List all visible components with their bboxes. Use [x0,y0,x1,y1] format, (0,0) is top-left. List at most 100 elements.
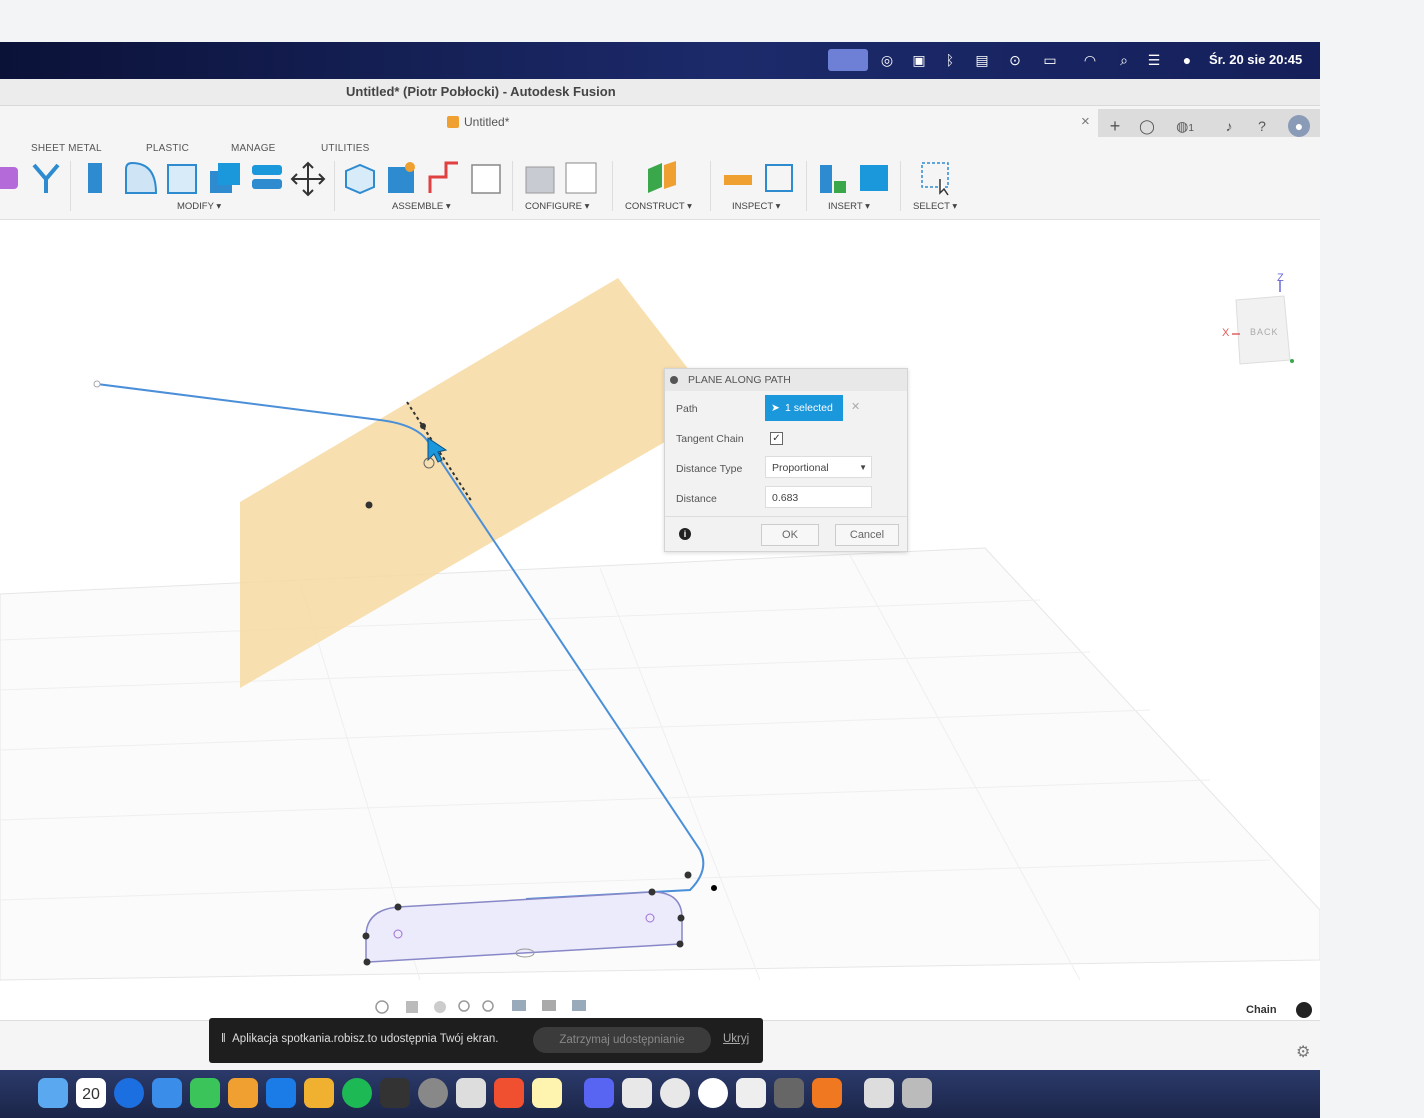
pages-icon[interactable] [304,1078,334,1108]
close-tab-button[interactable]: × [1081,113,1090,130]
siri-icon[interactable]: ● [1177,51,1197,69]
search-icon[interactable]: ⌕ [1114,51,1134,69]
help-icon[interactable]: ? [1251,115,1273,137]
grid-settings-icon[interactable] [542,1000,556,1011]
mail-icon[interactable] [152,1078,182,1108]
separator [70,161,71,211]
messages-icon[interactable] [190,1078,220,1108]
control-center-icon[interactable]: ☰ [1144,51,1164,69]
photos-icon[interactable] [228,1078,258,1108]
pan-icon[interactable] [434,1001,446,1013]
measure-icon[interactable] [724,175,752,185]
configure-icon[interactable] [525,166,555,194]
discord-icon[interactable] [584,1078,614,1108]
group-configure[interactable]: CONFIGURE ▾ [525,201,589,212]
group-inspect[interactable]: INSPECT ▾ [732,201,780,212]
tab-utilities[interactable]: UTILITIES [321,143,369,154]
canvas-viewport[interactable]: Z X BACK [0,220,1320,1020]
drive-icon[interactable]: ▣ [909,51,929,69]
dialog-header[interactable]: PLANE ALONG PATH [665,369,907,391]
look-at-icon[interactable] [406,1001,418,1013]
fusion-icon[interactable] [812,1078,842,1108]
press-pull-icon[interactable] [88,163,102,193]
user-avatar[interactable]: ● [1288,115,1310,137]
path-select-button[interactable]: ➤ 1 selected [765,395,843,421]
fillet-icon[interactable] [125,161,158,194]
extensions-icon[interactable]: ◯ [1136,115,1158,137]
group-modify[interactable]: MODIFY ▾ [177,201,221,212]
play-icon[interactable]: ⊙ [1005,51,1025,69]
document-tab[interactable]: Untitled* [447,115,509,129]
chain-icon[interactable] [1296,1002,1312,1018]
as-built-joint-icon[interactable] [428,161,458,193]
info-icon[interactable]: i [679,528,691,540]
clear-selection-icon[interactable]: ✕ [851,400,860,413]
script-editor-icon[interactable] [736,1078,766,1108]
menubar-clock[interactable]: Śr. 20 sie 20:45 [1209,52,1302,67]
macos-menubar: ◎ ▣ ᛒ ▤ ⊙ ▭ ◠ ⌕ ☰ ● Śr. 20 sie 20:45 [0,42,1320,79]
safari-icon[interactable] [114,1078,144,1108]
screen-share-icon[interactable] [828,49,868,71]
fit-icon[interactable] [482,1000,494,1012]
wifi-icon[interactable]: ◠ [1080,51,1100,69]
tab-plastic[interactable]: PLASTIC [146,143,189,154]
ok-button[interactable]: OK [761,524,819,546]
books-icon[interactable] [494,1078,524,1108]
group-assemble[interactable]: ASSEMBLE ▾ [392,201,451,212]
chatgpt-icon[interactable] [698,1078,728,1108]
finder-icon[interactable] [38,1078,68,1108]
zoom-icon[interactable] [458,1000,470,1012]
spotify-icon[interactable] [342,1078,372,1108]
group-select[interactable]: SELECT ▾ [913,201,957,212]
job-status-icon[interactable]: ◍1 [1170,115,1200,137]
configuration-table-icon[interactable] [565,162,597,194]
tab-sheet-metal[interactable]: SHEET METAL [31,143,102,154]
scene [0,278,1320,981]
cancel-button[interactable]: Cancel [835,524,899,546]
create-form-icon[interactable] [0,167,18,189]
distance-input[interactable]: 0.683 [765,486,872,508]
keyboard-icon[interactable]: ▤ [972,51,992,69]
hide-banner-link[interactable]: Ukryj [723,1033,749,1045]
notes-icon[interactable] [532,1078,562,1108]
new-component-icon[interactable] [345,163,375,195]
downloads-icon[interactable] [864,1078,894,1108]
collapse-icon[interactable] [670,376,678,384]
insert-derive-icon[interactable] [820,165,832,193]
shell-icon[interactable] [167,164,197,194]
select-window-icon[interactable] [921,162,949,188]
app-store-icon[interactable] [266,1078,296,1108]
viewports-icon[interactable] [572,1000,586,1011]
chrome-icon[interactable] [660,1078,690,1108]
tangent-chain-checkbox[interactable]: ✓ [770,432,783,445]
gear-icon[interactable]: ⚙ [1296,1042,1310,1062]
files-icon[interactable] [622,1078,652,1108]
target-icon[interactable]: ◎ [877,51,897,69]
joint-origin-icon[interactable] [471,164,501,194]
distance-type-select[interactable]: Proportional ▼ [765,456,872,478]
group-insert[interactable]: INSERT ▾ [828,201,870,212]
stop-sharing-button[interactable]: Zatrzymaj udostępnianie [533,1027,711,1053]
orbit-icon[interactable] [375,1000,389,1014]
preview-icon[interactable] [456,1078,486,1108]
split-face-icon[interactable] [252,165,282,175]
insert-canvas-icon[interactable] [860,165,888,191]
system-settings-icon[interactable] [418,1078,448,1108]
bluetooth-icon[interactable]: ᛒ [940,51,960,69]
new-tab-button[interactable]: + [1104,115,1126,137]
interference-icon[interactable] [765,164,793,192]
group-construct[interactable]: CONSTRUCT ▾ [625,201,692,212]
offset-plane-icon[interactable] [648,163,662,193]
calendar-icon[interactable]: 20 [76,1078,106,1108]
trash-icon[interactable] [902,1078,932,1108]
ribbon-toolbar: SHEET METAL PLASTIC MANAGE UTILITIES MOD… [0,139,1320,220]
viewcube-face-label[interactable]: BACK [1250,327,1279,337]
tab-manage[interactable]: MANAGE [231,143,276,154]
battery-icon[interactable]: ▭ [1040,51,1060,69]
display-settings-icon[interactable] [512,1000,526,1011]
notifications-icon[interactable]: ♪ [1218,115,1240,137]
calculator-icon[interactable] [380,1078,410,1108]
move-copy-icon[interactable] [290,161,326,197]
derive-icon[interactable] [32,163,60,193]
zoom-app-icon[interactable] [774,1078,804,1108]
